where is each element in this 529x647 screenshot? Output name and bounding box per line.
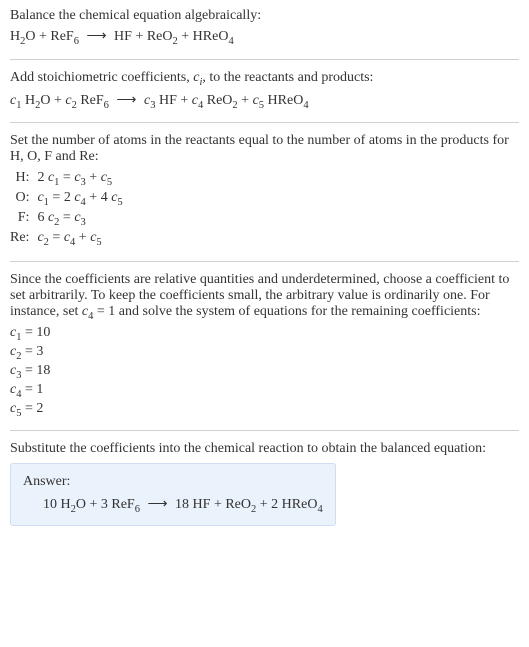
element-label: F: [10, 209, 37, 229]
eq: = [59, 210, 74, 225]
s: 3 [81, 217, 86, 228]
text: Add stoichiometric coefficients, [10, 70, 193, 85]
balance-eq: c1 = 2 c4 + 4 c5 [37, 189, 128, 209]
balance-eq: c2 = c4 + c5 [37, 229, 128, 249]
list-item: c1 = 10 [10, 325, 519, 343]
s: 5 [96, 237, 101, 248]
sp: ReF [77, 93, 104, 108]
val: = 18 [21, 363, 50, 378]
val: = 3 [21, 344, 43, 359]
sp: H [21, 93, 35, 108]
sub: 4 [228, 36, 233, 47]
problem-title: Balance the chemical equation algebraica… [10, 8, 519, 24]
coeff-equation: c1 H2O + c2 ReF6 ⟶ c3 HF + c4 ReO2 + c5 … [10, 92, 519, 111]
product-text: 18 HF + ReO [175, 497, 251, 512]
arrow-icon: ⟶ [109, 93, 144, 108]
text: , to the reactants and products: [202, 70, 373, 85]
coefficient-list: c1 = 10 c2 = 3 c3 = 18 c4 = 1 c5 = 2 [10, 325, 519, 418]
val: = 2 [21, 401, 43, 416]
reactant-tail: O + 3 ReF [76, 497, 135, 512]
arrow-icon: ⟶ [140, 497, 175, 512]
answer-intro: Substitute the coefficients into the che… [10, 441, 519, 457]
t: 6 [37, 210, 48, 225]
divider [10, 430, 519, 431]
section-answer: Substitute the coefficients into the che… [10, 441, 519, 526]
val: = 1 [21, 382, 43, 397]
reactant-text: 10 H [43, 497, 71, 512]
list-item: c4 = 1 [10, 382, 519, 400]
sp: ReO [203, 93, 232, 108]
sp: HReO [264, 93, 303, 108]
product-text: HF + ReO [114, 29, 172, 44]
atoms-intro: Set the number of atoms in the reactants… [10, 133, 519, 165]
eq: = 2 [49, 190, 74, 205]
divider [10, 122, 519, 123]
reactant-tail: O + ReF [25, 29, 73, 44]
s: 5 [107, 177, 112, 188]
sub: 4 [317, 504, 322, 515]
element-label: O: [10, 189, 37, 209]
section-problem: Balance the chemical equation algebraica… [10, 8, 519, 47]
divider [10, 59, 519, 60]
element-label: H: [10, 169, 37, 189]
element-label: Re: [10, 229, 37, 249]
eq: = [49, 230, 64, 245]
coeff-intro: Add stoichiometric coefficients, ci, to … [10, 70, 519, 88]
plus: + [86, 170, 101, 185]
reactant-text: H [10, 29, 20, 44]
balance-eq: 2 c1 = c3 + c5 [37, 169, 128, 189]
solve-intro: Since the coefficients are relative quan… [10, 272, 519, 322]
table-row: O: c1 = 2 c4 + 4 c5 [10, 189, 129, 209]
plus: + 4 [86, 190, 111, 205]
unbalanced-equation: H2O + ReF6 ⟶ HF + ReO2 + HReO4 [10, 28, 519, 47]
table-row: H: 2 c1 = c3 + c5 [10, 169, 129, 189]
balance-eq: 6 c2 = c3 [37, 209, 128, 229]
table-row: F: 6 c2 = c3 [10, 209, 129, 229]
balanced-equation: 10 H2O + 3 ReF6 ⟶ 18 HF + ReO2 + 2 HReO4 [23, 496, 323, 515]
sp: HF + [155, 93, 191, 108]
tail: + [238, 93, 253, 108]
product-tail: + 2 HReO [256, 497, 317, 512]
s: 5 [117, 197, 122, 208]
section-atoms: Set the number of atoms in the reactants… [10, 133, 519, 248]
answer-label: Answer: [23, 474, 323, 490]
tail: O + [40, 93, 65, 108]
t: 2 [37, 170, 48, 185]
text: = 1 and solve the system of equations fo… [93, 304, 480, 319]
section-coefficients: Add stoichiometric coefficients, ci, to … [10, 70, 519, 111]
eq: = [59, 170, 74, 185]
atom-balance-table: H: 2 c1 = c3 + c5 O: c1 = 2 c4 + 4 c5 F:… [10, 169, 129, 248]
sub: 4 [303, 99, 308, 110]
list-item: c2 = 3 [10, 344, 519, 362]
answer-box: Answer: 10 H2O + 3 ReF6 ⟶ 18 HF + ReO2 +… [10, 463, 336, 526]
section-solve: Since the coefficients are relative quan… [10, 272, 519, 419]
product-tail: + HReO [178, 29, 229, 44]
divider [10, 261, 519, 262]
list-item: c3 = 18 [10, 363, 519, 381]
val: = 10 [21, 325, 50, 340]
arrow-icon: ⟶ [79, 29, 114, 44]
list-item: c5 = 2 [10, 401, 519, 419]
table-row: Re: c2 = c4 + c5 [10, 229, 129, 249]
plus: + [75, 230, 90, 245]
